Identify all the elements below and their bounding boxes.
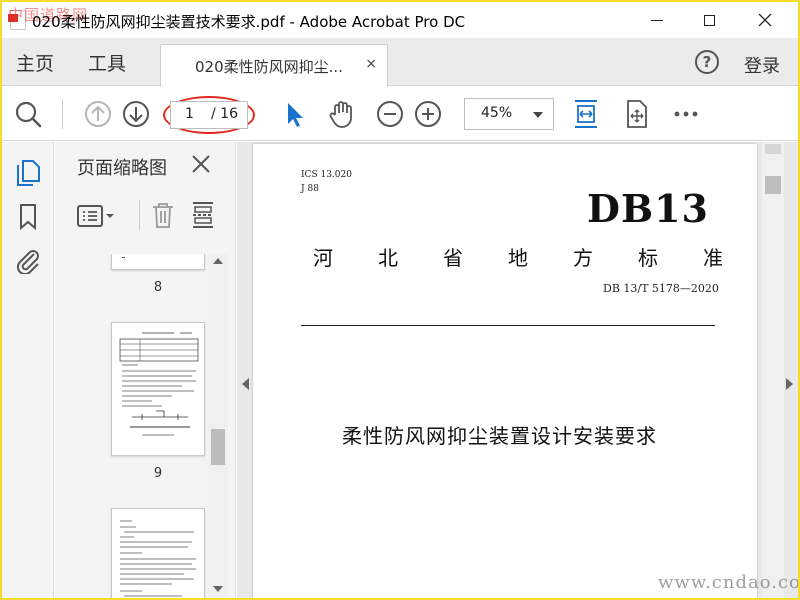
heading-char: 准 [703,246,723,270]
standard-number: DB 13/T 5178—2020 [603,282,719,295]
horizontal-rule [301,325,715,326]
scroll-up-icon[interactable] [213,258,223,264]
zoom-level: 45% [481,105,513,121]
thumbnail-page[interactable] [111,508,205,598]
maximize-icon [703,14,715,26]
heading-char: 河 [313,246,333,270]
heading-char: 地 [508,246,528,270]
current-page-input[interactable]: 1 [185,106,194,122]
pdf-page[interactable]: ICS 13.020 J 88 DB13 河 北 省 地 方 标 准 DB 13… [253,144,757,598]
full-screen-button[interactable] [620,98,652,130]
page-number-field[interactable]: 1 / 16 [170,101,248,129]
next-page-button[interactable] [120,98,152,130]
close-icon [192,155,210,173]
fit-width-icon [575,100,597,128]
page-insert-icon [193,202,213,228]
zoom-in-button[interactable] [412,98,444,130]
tab-tools[interactable]: 工具 [88,38,126,86]
page-expand-icon [627,100,647,128]
heading-char: 标 [638,246,658,270]
maximize-button[interactable] [686,2,732,38]
scrollbar-thumb[interactable] [211,429,225,465]
thumbnail-page[interactable] [111,322,205,456]
thumbnail-page-number: 8 [153,280,163,295]
help-button[interactable]: ? [695,50,719,74]
close-icon [758,13,772,27]
thumbnail-toolbar-divider [139,200,140,230]
title-bar: 中国道路网 020柔性防风网抑尘装置技术要求.pdf - Adobe Acrob… [2,2,798,38]
acrobat-window: 中国道路网 020柔性防风网抑尘装置技术要求.pdf - Adobe Acrob… [2,2,798,598]
thumbnail-preview [120,520,196,597]
toolbar: 1 / 16 45% [2,87,798,141]
minimize-icon [651,19,663,21]
login-button[interactable]: 登录 [744,52,780,78]
thumbnail-toolbar [55,194,236,240]
watermark-bottom: www.cndao.com [658,572,798,593]
scroll-down-icon[interactable] [213,586,223,592]
thumbnail-page[interactable] [111,254,205,270]
zoom-out-icon [377,101,403,127]
bookmarks-button[interactable] [14,202,42,231]
more-horizontal-icon [674,111,698,117]
cursor-arrow-icon [288,103,303,127]
close-tab-icon[interactable]: × [365,56,377,72]
zoom-select[interactable]: 45% [464,98,554,130]
insert-page-button[interactable] [189,200,217,230]
bookmark-icon [20,204,36,231]
scroll-up-button[interactable] [765,144,781,154]
attachments-button[interactable] [14,246,42,276]
arrow-down-circle-icon [123,101,149,127]
expand-right-panel-icon[interactable] [786,378,793,390]
hand-tool-button[interactable] [326,98,358,130]
fit-width-button[interactable] [570,98,602,130]
search-icon [15,101,42,128]
hand-icon [329,101,352,128]
scrollbar-thumb[interactable] [765,176,781,194]
thumbnail-page-number: 9 [153,466,163,481]
thumbnails-panel: 页面缩略图 8 9 [55,142,236,598]
paperclip-icon [16,250,39,276]
heading-char: 北 [378,246,398,270]
toolbar-divider [62,99,63,129]
standard-prefix: DB13 [587,186,709,231]
total-pages-label: / 16 [211,106,238,122]
standard-type-heading: 河 北 省 地 方 标 准 [313,242,723,271]
trash-icon [153,203,173,228]
document-viewer[interactable]: ICS 13.020 J 88 DB13 河 北 省 地 方 标 准 DB 13… [237,142,798,598]
minimize-button[interactable] [634,2,680,38]
heading-char: 省 [443,246,463,270]
search-button[interactable] [12,98,44,130]
previous-page-button[interactable] [82,98,114,130]
thumbnail-text-line [122,257,125,258]
collapse-left-panel-icon[interactable] [242,378,249,390]
document-scrollbar[interactable] [762,142,784,598]
options-menu-icon [77,205,114,227]
arrow-up-circle-icon [85,101,111,127]
document-title: 柔性防风网抑尘装置设计安装要求 [342,424,657,448]
classification-code: J 88 [301,184,319,194]
select-tool-button[interactable] [278,98,310,130]
more-tools-button[interactable] [670,98,702,130]
delete-page-button[interactable] [149,200,177,230]
thumbnail-preview [119,332,199,436]
zoom-in-icon [415,101,441,127]
tab-home[interactable]: 主页 [16,38,54,86]
tab-document[interactable]: 020柔性防风网抑尘... × [160,44,388,87]
navigation-rail [2,142,54,598]
close-window-button[interactable] [742,2,788,38]
zoom-out-button[interactable] [374,98,406,130]
heading-char: 方 [573,246,593,270]
ics-code: ICS 13.020 [301,170,352,180]
thumbnail-options-button[interactable] [75,202,119,230]
window-title: 020柔性防风网抑尘装置技术要求.pdf - Adobe Acrobat Pro… [32,13,466,31]
thumbnails-icon [17,160,40,186]
page-thumbnails-button[interactable] [14,158,42,186]
panel-title: 页面缩略图 [77,158,167,179]
document-tab-label: 020柔性防风网抑尘... [195,57,343,76]
tab-bar: 主页 工具 020柔性防风网抑尘... × ? 登录 [2,38,798,87]
chevron-down-icon [533,112,543,118]
close-panel-button[interactable] [189,152,213,176]
thumbnail-scrollbar[interactable] [208,254,228,598]
